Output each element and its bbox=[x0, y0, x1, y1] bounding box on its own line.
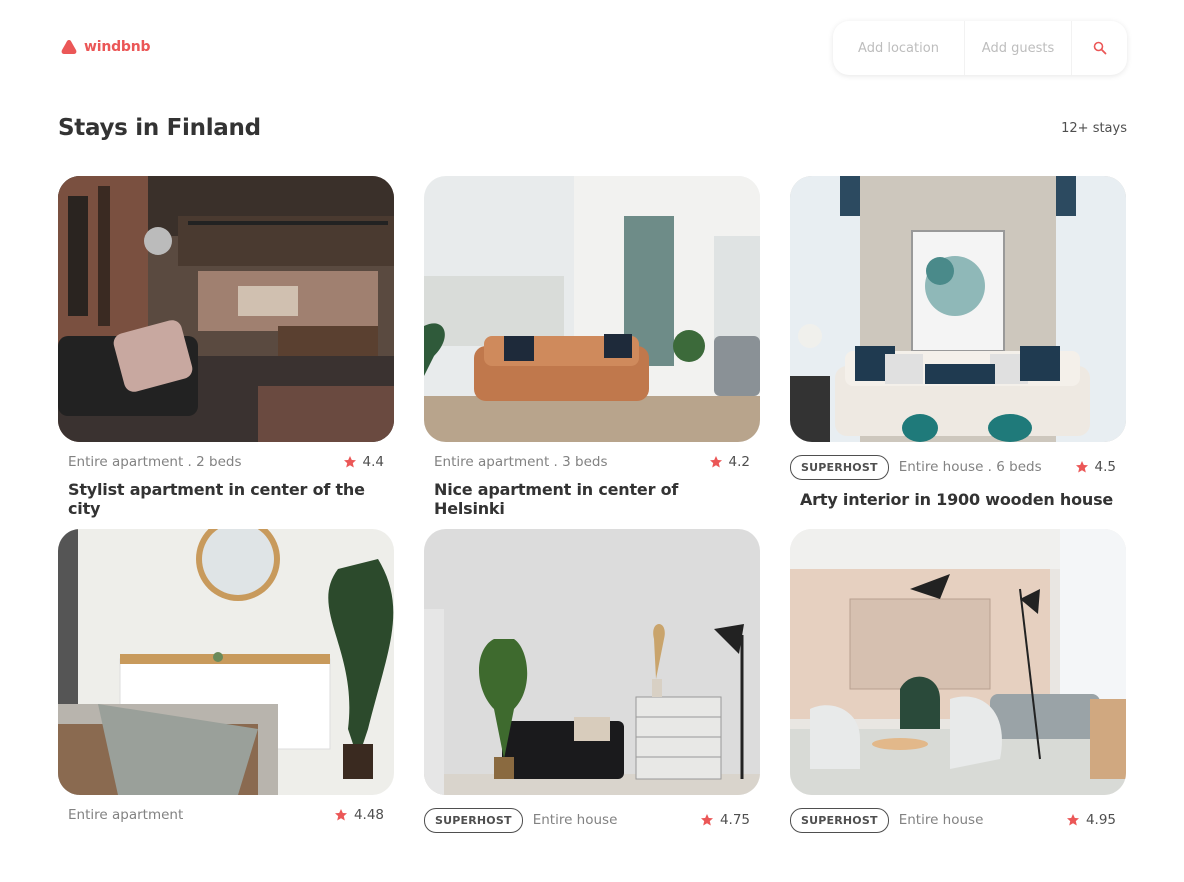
stay-photo[interactable] bbox=[790, 176, 1126, 442]
search-icon bbox=[1093, 41, 1106, 55]
stay-rating: 4.48 bbox=[334, 807, 384, 823]
stay-rating: 4.2 bbox=[709, 454, 750, 470]
stay-card[interactable]: SUPERHOST Entire house 4.75 bbox=[424, 529, 760, 882]
star-icon bbox=[700, 814, 713, 826]
logo[interactable]: windbnb bbox=[60, 38, 151, 56]
stay-title[interactable]: Stylist apartment in center of the city bbox=[58, 480, 394, 518]
stay-rating: 4.75 bbox=[700, 812, 750, 828]
stay-meta: SUPERHOST Entire house . 6 beds 4.5 bbox=[790, 454, 1126, 480]
stay-rating: 4.4 bbox=[343, 454, 384, 470]
stay-meta: Entire apartment 4.48 bbox=[58, 805, 394, 825]
rating-value: 4.2 bbox=[728, 454, 750, 470]
rating-value: 4.95 bbox=[1085, 812, 1116, 828]
stay-photo[interactable] bbox=[58, 529, 394, 795]
stay-card[interactable]: SUPERHOST Entire house 4.95 bbox=[790, 529, 1126, 882]
rating-value: 4.48 bbox=[353, 807, 384, 823]
stay-type: Entire apartment . 2 beds bbox=[68, 454, 242, 470]
stay-type: Entire house bbox=[898, 812, 984, 828]
stays-grid: Entire apartment . 2 beds 4.4 Stylist ap… bbox=[58, 176, 1127, 882]
search-bar[interactable]: Add location Add guests bbox=[833, 21, 1127, 75]
stay-photo-image bbox=[790, 529, 1126, 795]
stay-type: Entire apartment . 3 beds bbox=[434, 454, 608, 470]
stay-meta: SUPERHOST Entire house 4.75 bbox=[424, 807, 760, 833]
stay-photo[interactable] bbox=[424, 529, 760, 795]
stay-card[interactable]: Entire apartment . 2 beds 4.4 Stylist ap… bbox=[58, 176, 394, 529]
stay-card[interactable]: Entire apartment 4.48 bbox=[58, 529, 394, 882]
star-icon bbox=[1066, 814, 1079, 826]
stay-meta: SUPERHOST Entire house 4.95 bbox=[790, 807, 1126, 833]
logo-icon bbox=[61, 40, 77, 54]
stay-photo-image bbox=[58, 176, 394, 442]
stay-title[interactable]: Nice apartment in center of Helsinki bbox=[424, 480, 760, 518]
rating-value: 4.5 bbox=[1094, 459, 1116, 475]
stay-rating: 4.5 bbox=[1075, 459, 1116, 475]
stay-photo[interactable] bbox=[424, 176, 760, 442]
star-icon bbox=[334, 809, 347, 821]
stay-count: 12+ stays bbox=[1061, 120, 1127, 136]
search-button[interactable] bbox=[1072, 21, 1127, 75]
stay-meta: Entire apartment . 2 beds 4.4 bbox=[58, 452, 394, 472]
stay-photo-image bbox=[424, 176, 760, 442]
superhost-badge: SUPERHOST bbox=[790, 454, 889, 480]
stay-meta: Entire apartment . 3 beds 4.2 bbox=[424, 452, 760, 472]
star-icon bbox=[1075, 461, 1088, 473]
star-icon bbox=[343, 456, 356, 468]
rating-value: 4.4 bbox=[362, 454, 384, 470]
stay-type: Entire house . 6 beds bbox=[898, 459, 1042, 475]
stay-photo-image bbox=[58, 529, 394, 795]
stay-type: Entire apartment bbox=[68, 807, 184, 823]
page-title: Stays in Finland bbox=[58, 115, 261, 141]
location-input[interactable]: Add location bbox=[833, 21, 965, 75]
header: windbnb Add location Add guests bbox=[0, 0, 1184, 100]
stay-photo[interactable] bbox=[58, 176, 394, 442]
superhost-badge: SUPERHOST bbox=[790, 807, 889, 833]
stay-title[interactable]: Arty interior in 1900 wooden house bbox=[790, 490, 1126, 509]
stay-rating: 4.95 bbox=[1066, 812, 1116, 828]
stay-photo-image bbox=[424, 529, 760, 795]
rating-value: 4.75 bbox=[719, 812, 750, 828]
stay-type: Entire house bbox=[532, 812, 618, 828]
guests-input[interactable]: Add guests bbox=[965, 21, 1072, 75]
stay-photo-image bbox=[790, 176, 1126, 442]
stay-card[interactable]: Entire apartment . 3 beds 4.2 Nice apart… bbox=[424, 176, 760, 529]
logo-text: windbnb bbox=[84, 39, 151, 55]
title-row: Stays in Finland 12+ stays bbox=[58, 115, 1127, 141]
superhost-badge: SUPERHOST bbox=[424, 807, 523, 833]
stay-card[interactable]: SUPERHOST Entire house . 6 beds 4.5 Arty… bbox=[790, 176, 1126, 529]
star-icon bbox=[709, 456, 722, 468]
stay-photo[interactable] bbox=[790, 529, 1126, 795]
